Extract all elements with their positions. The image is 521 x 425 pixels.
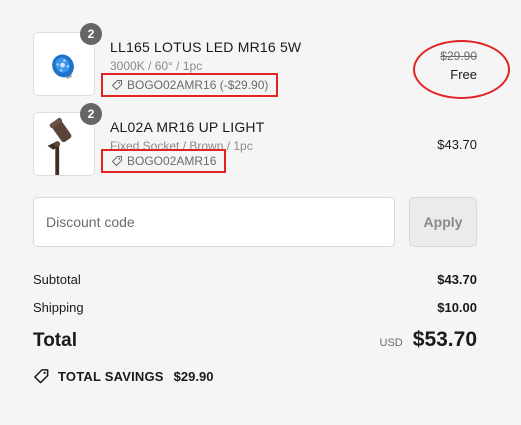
tag-icon bbox=[34, 369, 49, 384]
apply-button[interactable]: Apply bbox=[409, 197, 477, 247]
final-price: $43.70 bbox=[437, 137, 477, 152]
item-info: LL165 LOTUS LED MR16 5W 3000K / 60° / 1p… bbox=[110, 39, 370, 74]
shipping-label: Shipping bbox=[33, 300, 84, 315]
price-annotation-circle bbox=[413, 40, 510, 99]
total-value-group: USD $53.70 bbox=[380, 328, 477, 352]
savings-value: $29.90 bbox=[173, 369, 214, 384]
total-savings: TOTAL SAVINGS $29.90 bbox=[33, 368, 213, 385]
item-title: AL02A MR16 UP LIGHT bbox=[110, 119, 265, 135]
total-value: $53.70 bbox=[412, 328, 477, 351]
shipping-value: $10.00 bbox=[437, 300, 477, 315]
discount-tag: BOGO02AMR16 bbox=[101, 149, 227, 173]
discount-code-input[interactable] bbox=[33, 197, 395, 247]
currency-code: USD bbox=[379, 337, 403, 349]
savings-label: TOTAL SAVINGS bbox=[58, 369, 164, 384]
item-title: LL165 LOTUS LED MR16 5W bbox=[110, 39, 302, 55]
item-variant: 3000K / 60° / 1pc bbox=[110, 59, 203, 73]
discount-code-label: BOGO02AMR16 (-$29.90) bbox=[127, 78, 269, 92]
tag-icon bbox=[111, 156, 122, 167]
price-column: $43.70 bbox=[437, 137, 477, 152]
discount-code-row: Apply bbox=[33, 197, 477, 247]
subtotal-label: Subtotal bbox=[33, 272, 81, 287]
discount-code-label: BOGO02AMR16 bbox=[127, 154, 217, 168]
quantity-badge: 2 bbox=[80, 23, 102, 45]
tag-icon bbox=[111, 80, 122, 91]
total-label: Total bbox=[33, 330, 77, 351]
discount-tag: BOGO02AMR16 (-$29.90) bbox=[101, 73, 279, 97]
subtotal-value: $43.70 bbox=[437, 272, 477, 287]
line-item-up-light: 2 AL02A MR16 UP LIGHT Fixed Socket / Bro… bbox=[33, 103, 477, 178]
line-item-lotus-led: 2 LL165 LOTUS LED MR16 5W 3000K / 60° / … bbox=[33, 23, 477, 98]
quantity-badge: 2 bbox=[80, 103, 102, 125]
